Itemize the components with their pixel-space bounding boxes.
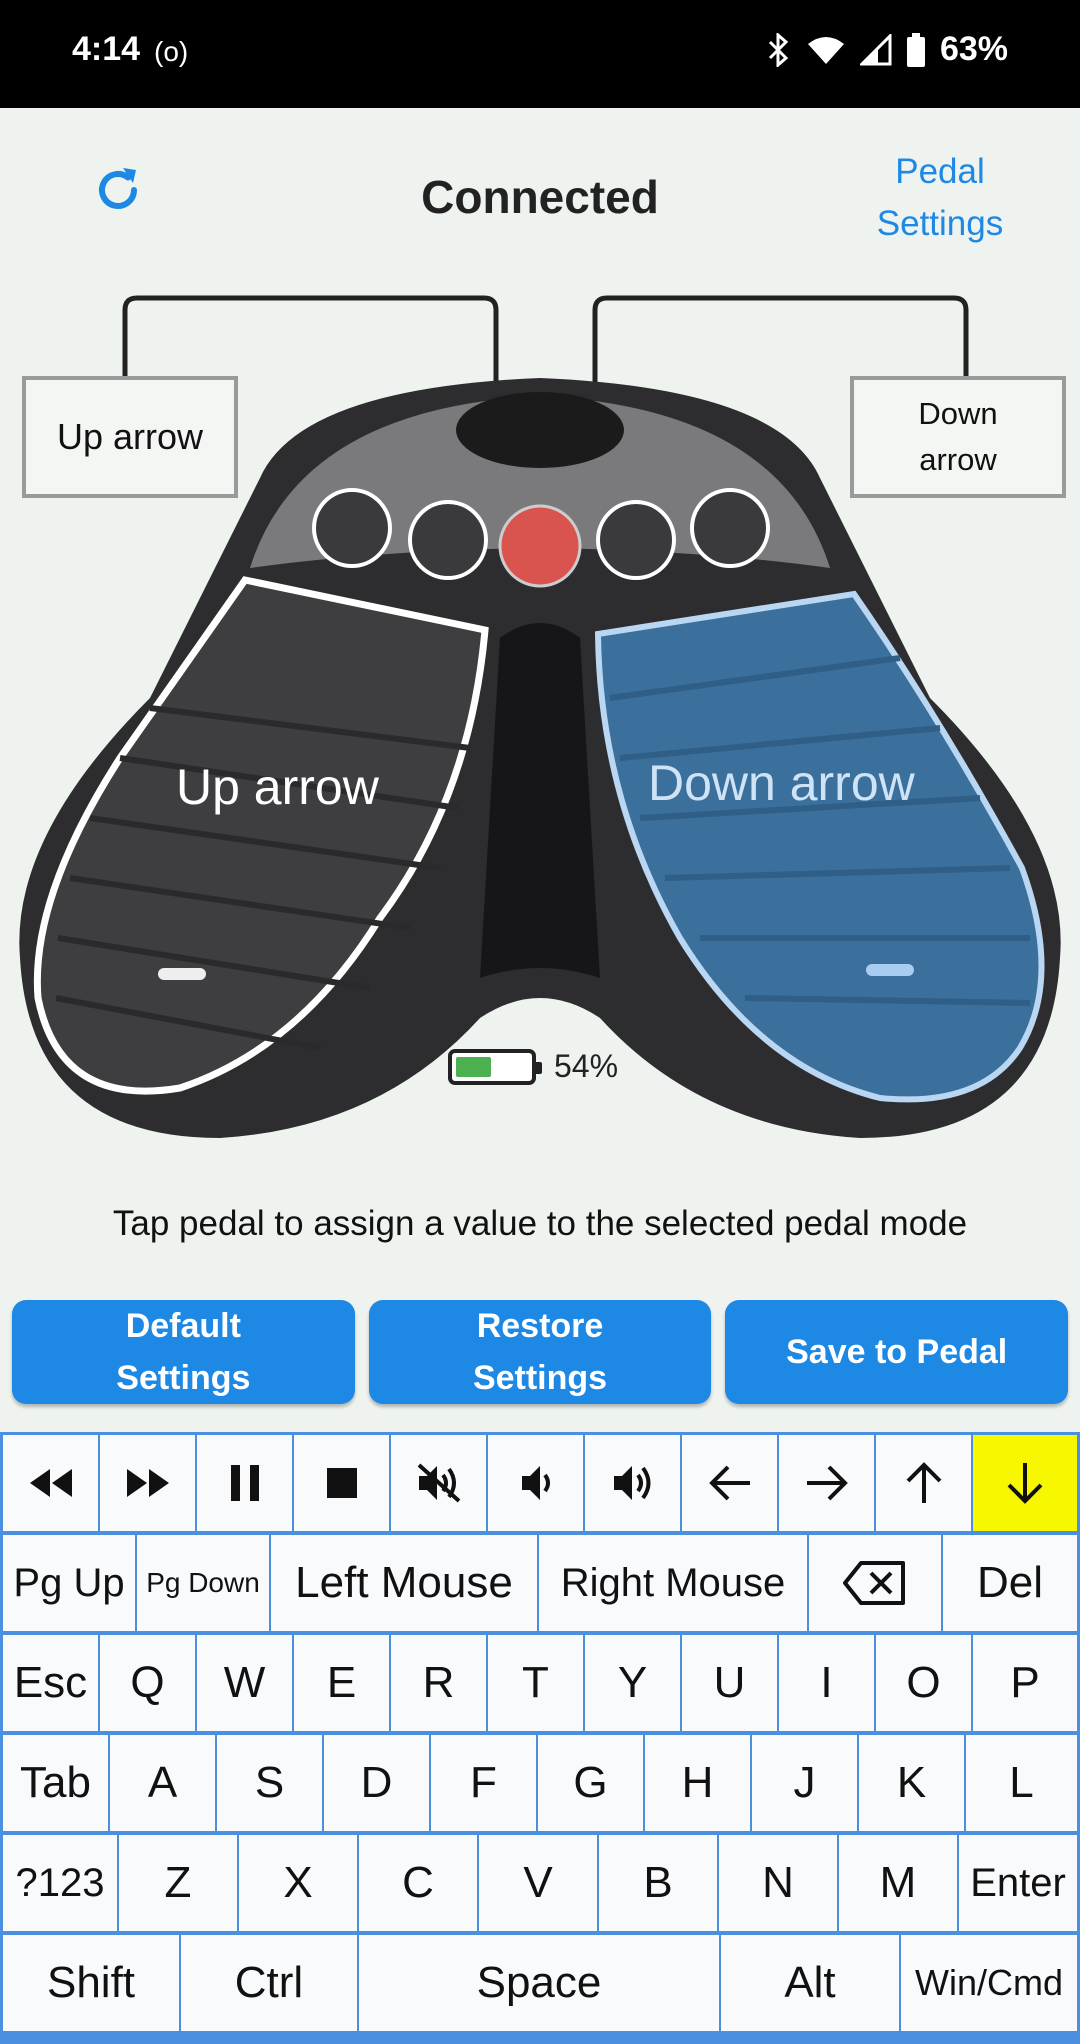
key-p[interactable]: P	[972, 1634, 1078, 1732]
key-space[interactable]: Space	[358, 1934, 720, 2032]
right-pedal-value: Down arrow	[648, 755, 915, 811]
default-settings-button[interactable]: Default Settings	[12, 1300, 355, 1404]
arrow-right-icon[interactable]	[778, 1434, 875, 1532]
battery-status-icon	[906, 32, 926, 67]
key-esc[interactable]: Esc	[2, 1634, 99, 1732]
key-v[interactable]: V	[478, 1834, 598, 1932]
key-tab[interactable]: Tab	[2, 1734, 109, 1832]
key-d[interactable]: D	[323, 1734, 430, 1832]
key-shift[interactable]: Shift	[2, 1934, 180, 2032]
pause-icon[interactable]	[196, 1434, 293, 1532]
key-g[interactable]: G	[537, 1734, 644, 1832]
key-right-mouse[interactable]: Right Mouse	[538, 1534, 808, 1632]
key-h[interactable]: H	[644, 1734, 751, 1832]
status-icons: 63%	[766, 30, 1008, 69]
key-m[interactable]: M	[838, 1834, 958, 1932]
key-k[interactable]: K	[858, 1734, 965, 1832]
status-bar: 4:14 (o) 63%	[0, 0, 1080, 108]
key-left-mouse[interactable]: Left Mouse	[270, 1534, 538, 1632]
key-r[interactable]: R	[390, 1634, 487, 1732]
key-e[interactable]: E	[293, 1634, 390, 1732]
key-pg-down[interactable]: Pg Down	[136, 1534, 270, 1632]
key-n[interactable]: N	[718, 1834, 838, 1932]
key-ctrl[interactable]: Ctrl	[180, 1934, 358, 2032]
key-f[interactable]: F	[430, 1734, 537, 1832]
keyboard-row-media	[2, 1434, 1078, 1532]
key-a[interactable]: A	[109, 1734, 216, 1832]
keyboard-row-3: Esc Q W E R T Y U I O P	[2, 1634, 1078, 1732]
keyboard-row-4: Tab A S D F G H J K L	[2, 1734, 1078, 1832]
key-t[interactable]: T	[487, 1634, 584, 1732]
wifi-icon	[806, 34, 846, 66]
status-time: 4:14	[72, 30, 141, 68]
pedal-illustration: Up arrow Down arrow Up arrow Down arrow …	[0, 278, 1080, 1178]
signal-icon	[859, 33, 892, 66]
bluetooth-icon	[766, 32, 792, 67]
mute-icon[interactable]	[390, 1434, 487, 1532]
brand-logo	[456, 392, 624, 468]
key-b[interactable]: B	[598, 1834, 718, 1932]
key-w[interactable]: W	[196, 1634, 293, 1732]
status-battery-percent: 63%	[939, 30, 1008, 68]
arrow-down-icon[interactable]	[972, 1434, 1078, 1532]
key-i[interactable]: I	[778, 1634, 875, 1732]
battery-icon	[448, 1048, 542, 1085]
pedal-battery: 54%	[448, 1048, 618, 1085]
keyboard-row-special: Pg Up Pg Down Left Mouse Right Mouse Del	[2, 1534, 1078, 1632]
action-buttons: Default Settings Restore Settings Save t…	[12, 1300, 1069, 1404]
key-enter[interactable]: Enter	[958, 1834, 1078, 1932]
key-symbols[interactable]: ?123	[2, 1834, 118, 1932]
left-pedal-label: Up arrow	[22, 376, 238, 498]
key-win-cmd[interactable]: Win/Cmd	[900, 1934, 1078, 2032]
pedal-settings-link[interactable]: Pedal Settings	[860, 146, 1020, 250]
stop-icon[interactable]	[293, 1434, 390, 1532]
volume-up-icon[interactable]	[584, 1434, 681, 1532]
keyboard-row-5: ?123 Z X C V B N M Enter	[2, 1834, 1078, 1932]
key-pg-up[interactable]: Pg Up	[2, 1534, 136, 1632]
key-del[interactable]: Del	[942, 1534, 1078, 1632]
backspace-icon[interactable]	[808, 1534, 942, 1632]
key-l[interactable]: L	[965, 1734, 1078, 1832]
header: Connected Pedal Settings	[0, 108, 1080, 278]
key-alt[interactable]: Alt	[720, 1934, 900, 2032]
key-c[interactable]: C	[358, 1834, 478, 1932]
save-to-pedal-button[interactable]: Save to Pedal	[725, 1300, 1069, 1404]
key-q[interactable]: Q	[99, 1634, 196, 1732]
arrow-left-icon[interactable]	[681, 1434, 778, 1532]
key-j[interactable]: J	[751, 1734, 858, 1832]
key-s[interactable]: S	[216, 1734, 323, 1832]
key-keyboard: Pg Up Pg Down Left Mouse Right Mouse Del…	[0, 1432, 1080, 2044]
key-y[interactable]: Y	[584, 1634, 681, 1732]
rewind-icon[interactable]	[2, 1434, 99, 1532]
key-u[interactable]: U	[681, 1634, 778, 1732]
cast-icon: (o)	[154, 36, 189, 67]
key-x[interactable]: X	[238, 1834, 358, 1932]
right-pedal-label: Down arrow	[850, 376, 1066, 498]
instruction-text: Tap pedal to assign a value to the selec…	[112, 1204, 968, 1243]
keyboard-row-6: Shift Ctrl Space Alt Win/Cmd	[2, 1934, 1078, 2032]
volume-down-icon[interactable]	[487, 1434, 584, 1532]
key-z[interactable]: Z	[118, 1834, 238, 1932]
left-pedal-value: Up arrow	[176, 759, 379, 815]
restore-settings-button[interactable]: Restore Settings	[368, 1300, 712, 1404]
battery-level-fill	[456, 1056, 492, 1077]
fast-forward-icon[interactable]	[99, 1434, 196, 1532]
key-o[interactable]: O	[875, 1634, 972, 1732]
arrow-up-icon[interactable]	[875, 1434, 972, 1532]
battery-percent: 54%	[554, 1048, 619, 1084]
